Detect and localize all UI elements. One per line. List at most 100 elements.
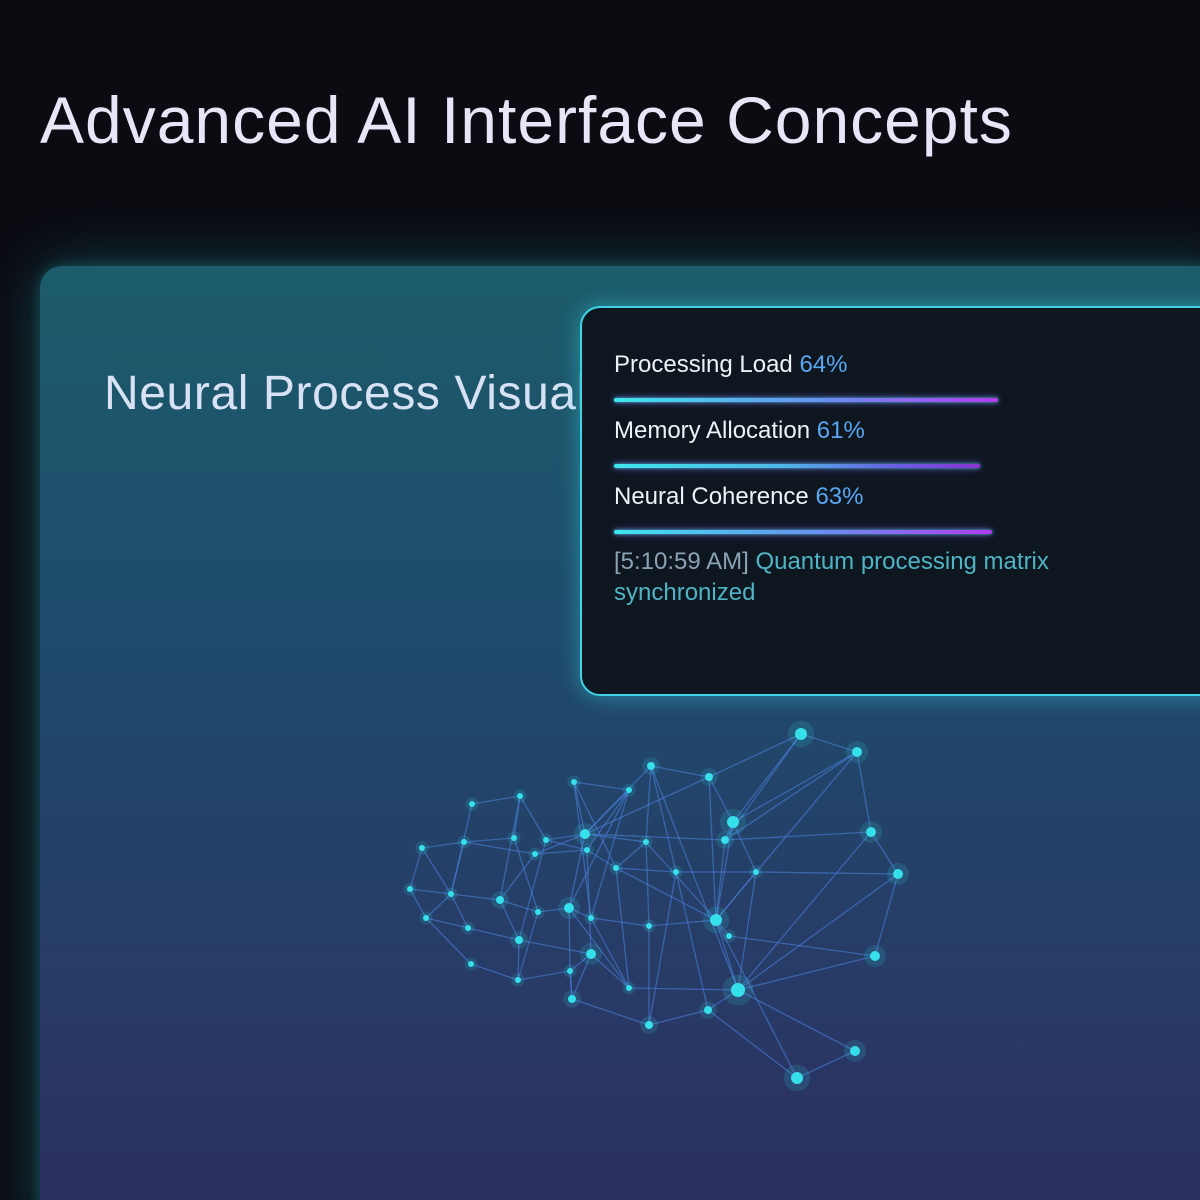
network-link <box>421 847 452 895</box>
network-node <box>643 839 649 845</box>
network-node <box>727 816 739 828</box>
network-link <box>737 873 899 991</box>
network-link <box>628 987 739 991</box>
metrics-card: Processing Load 64% Memory Allocation 61… <box>580 306 1200 696</box>
network-node <box>893 869 903 879</box>
metric-value: 64% <box>799 351 848 378</box>
metric-value: 61% <box>816 417 865 444</box>
network-link <box>645 841 717 921</box>
network-node <box>465 925 471 931</box>
network-link <box>708 733 802 778</box>
network-node <box>571 779 577 785</box>
metric-label: Neural Coherence <box>614 483 809 510</box>
network-node <box>448 891 454 897</box>
progress-bar <box>614 464 1200 468</box>
network-link <box>650 765 739 991</box>
network-link <box>615 867 677 873</box>
network-link <box>463 841 536 855</box>
network-node <box>535 909 541 915</box>
network-node <box>753 869 759 875</box>
progress-fill <box>614 464 980 468</box>
network-node <box>852 747 862 757</box>
network-link <box>450 841 465 895</box>
network-node <box>705 773 713 781</box>
network-node <box>588 915 594 921</box>
metric-memory-allocation: Memory Allocation 61% <box>614 414 1200 480</box>
progress-fill <box>614 398 998 402</box>
network-link <box>519 795 547 841</box>
network-node <box>511 835 517 841</box>
network-node <box>646 923 652 929</box>
network-node <box>515 977 521 983</box>
network-node <box>626 985 632 991</box>
network-node <box>496 896 504 904</box>
network-node <box>532 851 538 857</box>
progress-bar <box>614 530 1200 534</box>
network-node <box>795 728 807 740</box>
network-node <box>517 793 523 799</box>
network-node <box>564 903 574 913</box>
network-link <box>590 917 650 927</box>
network-link <box>470 963 519 981</box>
network-link <box>615 867 630 989</box>
metric-processing-load: Processing Load 64% <box>614 348 1200 414</box>
network-link <box>728 935 876 957</box>
log-timestamp: [5:10:59 AM] <box>614 548 749 575</box>
metric-neural-coherence: Neural Coherence 63% <box>614 480 1200 546</box>
network-node <box>647 762 655 770</box>
network-link <box>732 733 802 823</box>
network-node <box>726 933 732 939</box>
page: Advanced AI Interface Concepts Neural Pr… <box>0 0 1200 1200</box>
network-link <box>471 795 521 805</box>
network-link <box>571 998 650 1026</box>
page-title: Advanced AI Interface Concepts <box>40 83 1013 157</box>
network-node <box>469 801 475 807</box>
network-node <box>866 827 876 837</box>
network-link <box>517 970 571 981</box>
network-node <box>731 983 745 997</box>
network-link <box>737 831 872 991</box>
network-node <box>791 1072 803 1084</box>
network-node <box>673 869 679 875</box>
network-link <box>648 1009 709 1026</box>
network-node <box>419 845 425 851</box>
network-link <box>856 751 872 833</box>
network-node <box>468 961 474 967</box>
network-node <box>580 829 590 839</box>
network-link <box>708 776 717 921</box>
network-link <box>755 871 899 875</box>
network-node <box>567 968 573 974</box>
network-node <box>626 787 632 793</box>
network-node <box>645 1021 653 1029</box>
metric-value: 63% <box>815 483 864 510</box>
metric-label: Memory Allocation <box>614 417 811 444</box>
network-link <box>650 765 710 778</box>
network-link <box>463 837 515 843</box>
progress-fill <box>614 530 992 534</box>
network-node <box>407 886 413 892</box>
network-node <box>586 949 596 959</box>
network-link <box>724 831 872 841</box>
network-node <box>423 915 429 921</box>
network-link <box>874 873 899 957</box>
network-node <box>584 847 590 853</box>
network-node <box>568 995 576 1003</box>
network-node <box>515 936 523 944</box>
network-link <box>648 871 677 1026</box>
network-node <box>850 1046 860 1056</box>
network-link <box>732 751 858 823</box>
status-log: [5:10:59 AM] Quantum processing matrix s… <box>614 546 1114 608</box>
progress-bar <box>614 398 1200 402</box>
network-node <box>543 837 549 843</box>
network-node <box>704 1006 712 1014</box>
network-link <box>737 989 856 1052</box>
network-node <box>721 836 729 844</box>
network-link <box>707 1009 798 1079</box>
network-node <box>461 839 467 845</box>
network-link <box>737 955 876 991</box>
network-node <box>710 914 722 926</box>
network-link <box>715 751 858 921</box>
network-node <box>870 951 880 961</box>
network-link <box>573 781 630 791</box>
metric-label: Processing Load <box>614 351 793 378</box>
